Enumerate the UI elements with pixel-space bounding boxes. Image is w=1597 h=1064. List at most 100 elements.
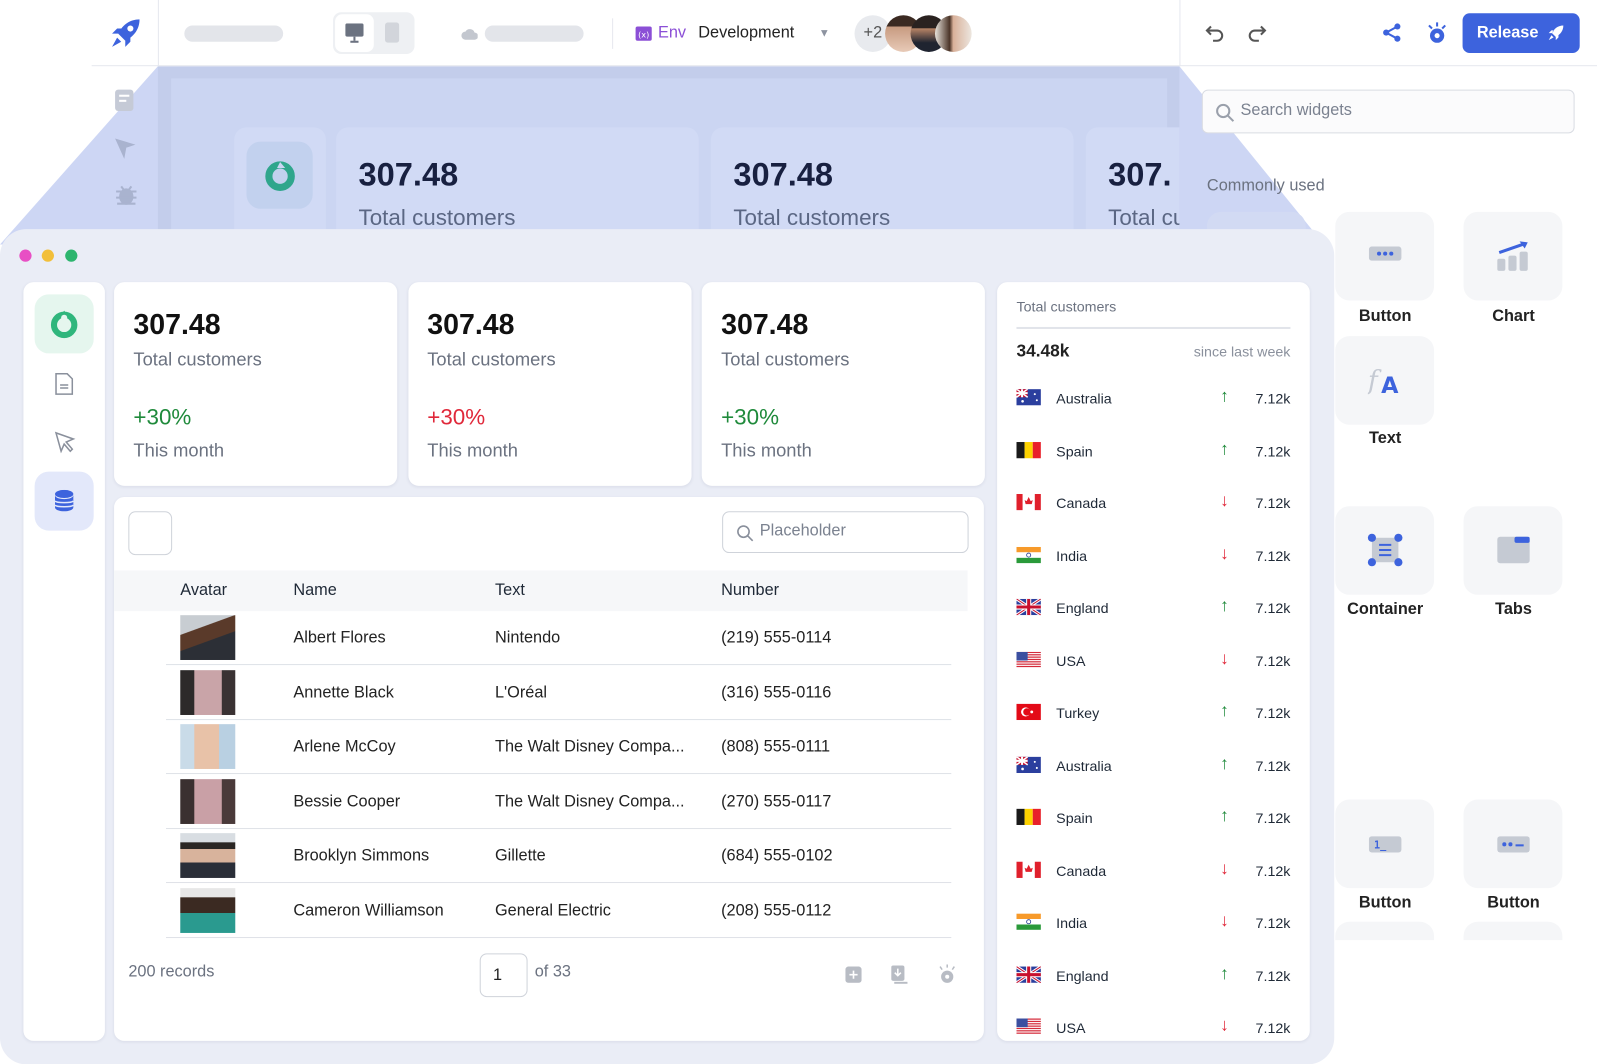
- flag-gb-icon: [1016, 966, 1041, 983]
- country-row[interactable]: India ↓ 7.12k: [1016, 541, 1290, 572]
- cursor-icon[interactable]: [114, 136, 136, 160]
- country-name: Spain: [1056, 442, 1093, 459]
- country-row[interactable]: Australia ↑ 7.12k: [1016, 384, 1290, 415]
- country-row[interactable]: USA ↓ 7.12k: [1016, 646, 1290, 677]
- country-name: India: [1056, 914, 1088, 931]
- country-row[interactable]: England ↑ 7.12k: [1016, 594, 1290, 625]
- redo-icon[interactable]: [1247, 23, 1267, 43]
- rocket-logo-icon[interactable]: [109, 17, 142, 50]
- divider: [1016, 326, 1291, 329]
- cell-number: (684) 555-0102: [721, 847, 833, 865]
- stat-change: +30%: [721, 404, 780, 430]
- column-header[interactable]: Name: [293, 570, 336, 611]
- widget-number-input[interactable]: 1_: [1335, 799, 1435, 889]
- undo-icon[interactable]: [1205, 23, 1225, 43]
- cell-number: (208) 555-0112: [721, 901, 832, 920]
- stat-period: This month: [133, 439, 225, 461]
- cell-number: (270) 555-0117: [721, 792, 832, 811]
- table-row[interactable]: Albert Flores Nintendo (219) 555-0114: [114, 611, 968, 666]
- country-row[interactable]: Australia ↑ 7.12k: [1016, 751, 1290, 782]
- country-row[interactable]: USA ↓ 7.12k: [1016, 1013, 1290, 1040]
- arrow-down-icon: ↓: [1220, 543, 1229, 563]
- svg-text:(x): (x): [638, 30, 649, 40]
- number-input-icon: 1_: [1368, 836, 1402, 853]
- table-row[interactable]: Annette Black L'Oréal (316) 555-0116: [114, 666, 968, 720]
- arrow-up-icon: ↑: [1220, 438, 1229, 458]
- widget-chart[interactable]: [1463, 211, 1563, 301]
- table-row[interactable]: Arlene McCoy The Walt Disney Compa... (8…: [114, 720, 968, 775]
- column-header[interactable]: Number: [721, 570, 779, 611]
- country-value: 7.12k: [1255, 1019, 1291, 1036]
- add-row-icon[interactable]: [845, 966, 862, 983]
- country-name: England: [1056, 967, 1109, 984]
- table-row[interactable]: Bessie Cooper The Walt Disney Compa... (…: [114, 775, 968, 829]
- svg-text:f: f: [1368, 365, 1382, 396]
- window-minimize-dot[interactable]: [41, 249, 54, 262]
- table-row[interactable]: Brooklyn Simmons Gillette (684) 555-0102: [114, 829, 968, 884]
- avatar[interactable]: [934, 15, 972, 52]
- button-icon: [1368, 246, 1402, 261]
- table-search-input[interactable]: Placeholder: [722, 511, 969, 554]
- window-close-dot[interactable]: [19, 249, 32, 262]
- table-row[interactable]: Cameron Williamson General Electric (208…: [114, 884, 968, 938]
- widget-button[interactable]: [1335, 211, 1435, 301]
- country-row[interactable]: Canada ↓ 7.12k: [1016, 856, 1290, 887]
- stat-card[interactable]: 307.48 Total customers +30% This month: [701, 282, 985, 486]
- download-icon[interactable]: [891, 965, 908, 984]
- stat-card[interactable]: 307.48 Total customers +30% This month: [407, 282, 692, 486]
- debug-icon[interactable]: [938, 964, 956, 984]
- country-row[interactable]: Spain ↑ 7.12k: [1016, 436, 1290, 467]
- column-header[interactable]: Avatar: [180, 570, 227, 611]
- country-row[interactable]: England ↑ 7.12k: [1016, 961, 1290, 992]
- sidebar-item-home[interactable]: [34, 294, 94, 354]
- canvas-preview: 307.48 Total customers 307.48 Total custom…: [157, 66, 1180, 250]
- widget-container[interactable]: [1335, 506, 1435, 595]
- debug-preview-icon[interactable]: [1426, 21, 1448, 43]
- widget-tile[interactable]: [1335, 921, 1435, 941]
- country-name: Canada: [1056, 862, 1107, 879]
- widget-tile[interactable]: [1463, 921, 1563, 941]
- app-name-placeholder: [184, 25, 284, 42]
- widget-search-input[interactable]: Search widgets: [1201, 89, 1575, 134]
- country-name: USA: [1056, 652, 1086, 669]
- widget-text[interactable]: fA: [1335, 336, 1435, 425]
- since-label: since last week: [1193, 343, 1291, 360]
- top-bar: [91, 0, 1597, 67]
- country-value: 7.12k: [1255, 862, 1291, 879]
- mobile-icon[interactable]: [384, 22, 400, 43]
- page-total: of 33: [534, 963, 571, 981]
- country-row[interactable]: Canada ↓ 7.12k: [1016, 489, 1290, 520]
- window-maximize-dot[interactable]: [65, 249, 78, 262]
- bug-icon[interactable]: [114, 183, 138, 207]
- page-number-input[interactable]: 1: [479, 953, 528, 998]
- country-value: 7.12k: [1255, 967, 1291, 984]
- stat-card[interactable]: 307.48 Total customers +30% This month: [114, 282, 398, 486]
- country-row[interactable]: Turkey ↑ 7.12k: [1016, 699, 1290, 730]
- release-button[interactable]: Release: [1462, 13, 1580, 53]
- document-icon[interactable]: [55, 373, 74, 395]
- cell-text: The Walt Disney Compa...: [494, 792, 685, 811]
- database-icon: [54, 489, 74, 512]
- cursor-icon[interactable]: [54, 431, 76, 454]
- environment-selector[interactable]: (x) Env Development ▼: [635, 22, 830, 44]
- select-all-checkbox[interactable]: [128, 511, 173, 556]
- arrow-down-icon: ↓: [1220, 490, 1229, 511]
- sidebar-item-database[interactable]: [34, 471, 94, 531]
- cell-number: (219) 555-0114: [721, 629, 832, 647]
- svg-text:1_: 1_: [1374, 840, 1387, 851]
- cell-text: The Walt Disney Compa...: [494, 738, 685, 756]
- arrow-down-icon: ↓: [1220, 1015, 1229, 1035]
- country-name: Canada: [1056, 494, 1107, 512]
- desktop-button[interactable]: [335, 14, 374, 52]
- desktop-icon: [345, 23, 364, 43]
- share-icon[interactable]: [1382, 22, 1402, 42]
- country-row[interactable]: India ↓ 7.12k: [1016, 909, 1290, 940]
- column-header[interactable]: Text: [495, 570, 525, 611]
- widget-tabs[interactable]: [1463, 506, 1563, 595]
- container-icon: [1367, 533, 1403, 567]
- password-input-icon: [1497, 836, 1530, 853]
- stat-label: Total customers: [133, 349, 262, 370]
- pages-icon[interactable]: [114, 89, 136, 113]
- widget-password-input[interactable]: [1463, 799, 1563, 889]
- country-row[interactable]: Spain ↑ 7.12k: [1016, 804, 1290, 835]
